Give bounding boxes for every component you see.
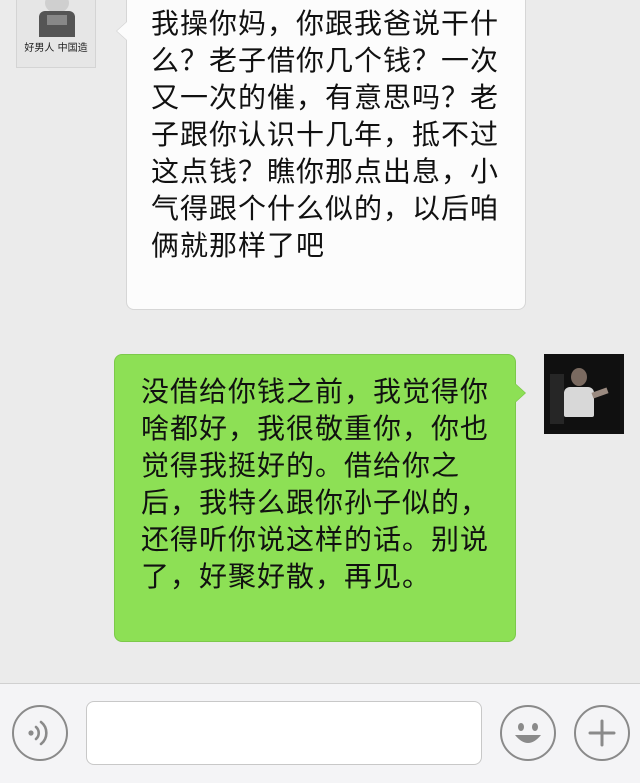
voice-icon <box>28 720 48 746</box>
chat-area: 好男人 中国造 我操你妈，你跟我爸说干什么？老子借你几个钱？一次又一次的催，有意… <box>0 0 640 683</box>
input-bar <box>0 683 640 783</box>
avatar-photo-body <box>564 387 594 417</box>
avatar-figure-shirt <box>47 15 67 25</box>
emoji-button[interactable] <box>500 705 556 761</box>
voice-button[interactable] <box>12 705 68 761</box>
emoji-icon <box>515 723 541 743</box>
avatar-photo-arm <box>591 387 609 399</box>
incoming-message-bubble[interactable]: 我操你妈，你跟我爸说干什么？老子借你几个钱？一次又一次的催，有意思吗？老子跟你认… <box>116 0 526 310</box>
message-text-input[interactable] <box>86 701 482 765</box>
outgoing-message-bubble[interactable]: 没借给你钱之前，我觉得你啥都好，我很敬重你，你也觉得我挺好的。借给你之后，我特么… <box>114 354 526 642</box>
avatar-photo-shadow <box>550 374 564 424</box>
avatar-photo-head <box>571 368 587 386</box>
avatar-caption: 好男人 中国造 <box>24 43 88 54</box>
plus-icon <box>588 719 616 747</box>
contact-avatar[interactable]: 好男人 中国造 <box>16 0 96 68</box>
more-button[interactable] <box>574 705 630 761</box>
self-avatar[interactable] <box>544 354 624 434</box>
